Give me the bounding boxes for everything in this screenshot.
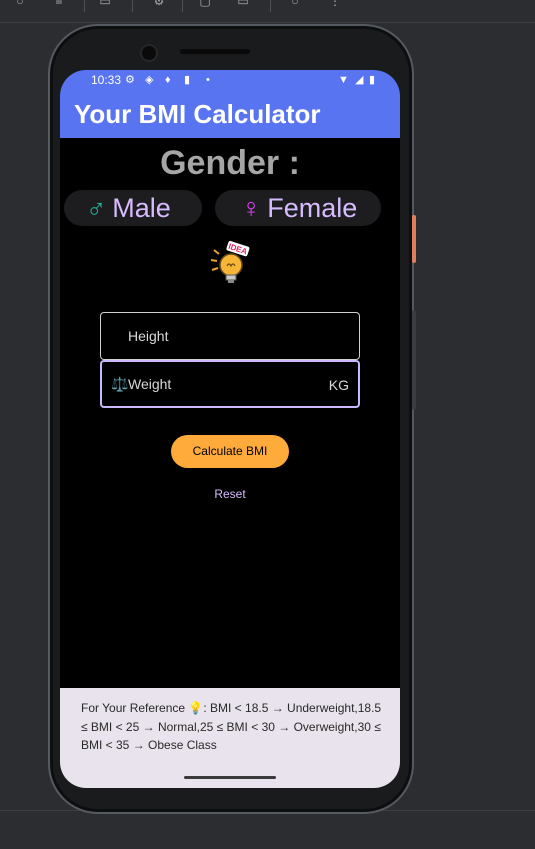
toolbar-divider [132, 0, 133, 12]
male-button[interactable]: ♂ Male [64, 190, 202, 226]
app-bar: Your BMI Calculator [60, 90, 400, 138]
lightbulb-idea-icon: IDEA [210, 240, 250, 283]
weight-input[interactable]: ⚖️ Weight KG [100, 360, 360, 408]
male-symbol-icon: ♂ [86, 193, 107, 223]
weight-unit: KG [328, 377, 349, 393]
ide-bottom-bar [0, 810, 535, 849]
battery-icon: ▮ [369, 74, 376, 86]
app-title: Your BMI Calculator [74, 99, 321, 129]
female-symbol-icon: ♀ [241, 193, 262, 223]
height-label: Height [128, 328, 169, 344]
weight-label: Weight [128, 376, 172, 392]
reference-panel: For Your Reference 💡: BMI < 18.5 → Under… [60, 688, 400, 788]
refresh-icon[interactable]: ○ [13, 0, 27, 8]
front-camera [140, 44, 158, 62]
menu-icon[interactable]: ≡ [52, 0, 66, 8]
camera-icon[interactable]: ▢ [198, 0, 212, 8]
toolbar-divider [270, 0, 271, 12]
female-button[interactable]: ♀ Female [215, 190, 381, 226]
settings-icon[interactable]: ⚙ [152, 0, 166, 8]
wifi-icon: ▼ [338, 74, 349, 86]
height-input[interactable]: Height [100, 312, 360, 360]
reset-button[interactable]: Reset [200, 487, 260, 501]
gender-title: Gender : [160, 144, 300, 182]
volume-button[interactable] [412, 310, 416, 410]
toolbar-divider [182, 0, 183, 12]
dot-status-icon: • [206, 74, 210, 86]
settings-status-icon: ⚙ [125, 74, 135, 86]
calculate-bmi-button[interactable]: Calculate BMI [171, 435, 289, 468]
ide-toolbar: ○ ≡ ▭ ⚙ ▢ ▭ ○ ⋮ [0, 0, 535, 23]
more-icon[interactable]: ⋮ [328, 0, 342, 8]
sdcard-status-icon: ▮ [184, 74, 191, 86]
help-icon[interactable]: ○ [288, 0, 302, 8]
male-label: Male [112, 193, 171, 223]
toolbar-divider [84, 0, 85, 12]
reference-text: For Your Reference 💡: BMI < 18.5 → Under… [81, 701, 382, 752]
video-icon[interactable]: ▭ [236, 0, 250, 8]
status-time: 10:33 [91, 73, 122, 87]
status-bar: 10:33 ⚙ ◈ ♦ ▮ • ▼ ◢ ▮ [60, 70, 400, 90]
power-button[interactable] [412, 215, 416, 263]
phone-screen: 10:33 ⚙ ◈ ♦ ▮ • ▼ ◢ ▮ Your BMI Calculato… [60, 70, 400, 788]
mic-status-icon: ♦ [165, 74, 171, 86]
female-label: Female [267, 193, 358, 223]
signal-icon: ◢ [355, 74, 364, 86]
earpiece-speaker [180, 49, 250, 54]
scale-icon: ⚖️ [111, 376, 129, 392]
shield-status-icon: ◈ [145, 74, 154, 86]
device-icon[interactable]: ▭ [98, 0, 112, 8]
home-indicator[interactable] [184, 776, 276, 779]
